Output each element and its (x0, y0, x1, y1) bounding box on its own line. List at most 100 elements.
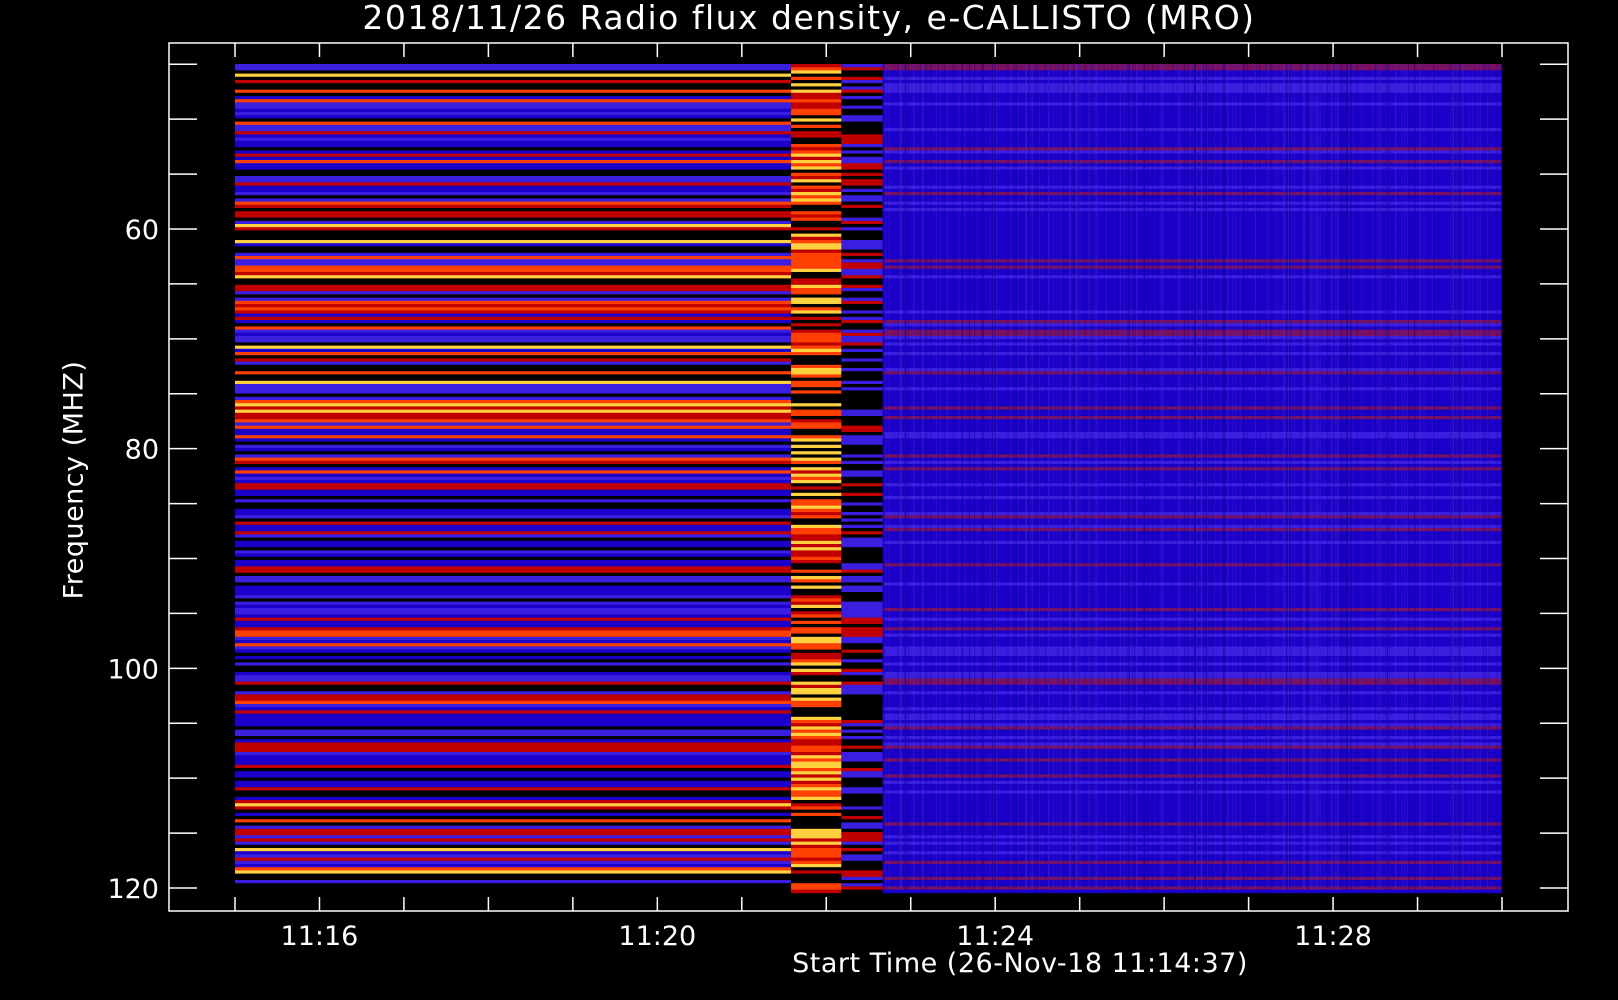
heatmap-band (235, 553, 792, 558)
y-tick-label: 80 (125, 435, 159, 466)
heatmap-burst-cell (841, 412, 883, 417)
heatmap-burst-cell (841, 800, 883, 804)
heatmap-texture (1089, 64, 1091, 890)
heatmap-burst-cell (841, 73, 883, 78)
heatmap-band (235, 803, 792, 807)
heatmap-burst-cell (841, 732, 883, 737)
heatmap-burst-cell (791, 684, 842, 689)
heatmap-burst-cell (791, 96, 842, 100)
heatmap-texture (1172, 64, 1174, 890)
heatmap-band (235, 364, 792, 369)
heatmap-burst-cell (841, 816, 883, 820)
heatmap-burst-cell (791, 364, 842, 369)
heatmap-burst-cell (841, 809, 883, 814)
heatmap-texture (1337, 64, 1339, 890)
heatmap-texture (1404, 64, 1406, 890)
heatmap-texture (1037, 64, 1039, 890)
heatmap-burst-cell (791, 742, 842, 746)
heatmap-burst-cell (841, 531, 883, 535)
heatmap-burst-cell (841, 595, 883, 599)
heatmap-band (235, 454, 792, 458)
heatmap-burst-cell (841, 185, 883, 190)
heatmap-texture (1324, 64, 1326, 890)
heatmap-burst-cell (791, 854, 842, 858)
heatmap-burst-cell (791, 188, 842, 193)
heatmap-burst-cell (841, 64, 883, 68)
heatmap-band (235, 112, 792, 116)
spectrogram-heatmap (235, 64, 1503, 894)
heatmap-burst-cell (791, 505, 842, 510)
heatmap-band (235, 368, 792, 372)
heatmap-burst-cell (841, 320, 883, 324)
heatmap-burst-cell (791, 64, 842, 68)
heatmap-texture (1283, 64, 1285, 890)
heatmap-burst-cell (791, 448, 842, 452)
heatmap-burst-cell (841, 313, 883, 318)
heatmap-texture (1314, 64, 1316, 890)
heatmap-band (235, 627, 792, 631)
heatmap-burst-cell (791, 784, 842, 788)
heatmap-burst-cell (841, 163, 883, 167)
heatmap-burst-cell (791, 76, 842, 81)
heatmap-burst-cell (841, 876, 883, 881)
heatmap-texture (1088, 64, 1090, 890)
heatmap-band (235, 374, 792, 378)
heatmap-burst-cell (791, 396, 842, 401)
heatmap-burst-cell (791, 793, 842, 798)
heatmap-burst-cell (791, 512, 842, 516)
heatmap-texture (1290, 64, 1292, 890)
heatmap-burst-cell (791, 377, 842, 382)
heatmap-band (235, 390, 792, 394)
heatmap-burst-cell (841, 678, 883, 682)
heatmap-burst-cell (791, 454, 842, 458)
heatmap-texture (1451, 64, 1453, 890)
heatmap-texture (1152, 64, 1154, 890)
heatmap-band (235, 688, 792, 692)
heatmap-burst-cell (791, 476, 842, 481)
heatmap-band (235, 185, 792, 190)
heatmap-band (235, 336, 792, 340)
heatmap-burst-cell (791, 233, 842, 238)
heatmap-burst-cell (841, 665, 883, 670)
heatmap-texture (1016, 64, 1018, 890)
heatmap-burst-cell (841, 128, 883, 132)
heatmap-band (235, 844, 792, 849)
heatmap-burst-cell (791, 406, 842, 410)
heatmap-burst-cell (841, 374, 883, 378)
heatmap-burst-cell (791, 403, 842, 407)
heatmap-band (235, 268, 792, 273)
heatmap-texture (1134, 64, 1136, 890)
heatmap-texture (919, 64, 921, 890)
heatmap-band (235, 550, 792, 554)
heatmap-burst-cell (841, 451, 883, 455)
heatmap-band (235, 329, 792, 334)
heatmap-texture (1025, 64, 1027, 890)
heatmap-band (235, 716, 792, 721)
heatmap-band (235, 854, 792, 858)
heatmap-texture (1456, 64, 1458, 890)
heatmap-burst-cell (791, 329, 842, 334)
heatmap-texture (1096, 64, 1098, 890)
heatmap-burst-cell (841, 854, 883, 858)
heatmap-texture (1389, 64, 1391, 890)
heatmap-band (235, 384, 792, 388)
heatmap-texture (1361, 64, 1363, 890)
heatmap-burst-cell (791, 432, 842, 436)
heatmap-band (235, 672, 792, 676)
heatmap-texture (907, 64, 909, 890)
heatmap-band (235, 160, 792, 164)
heatmap-burst-cell (841, 707, 883, 711)
heatmap-band (235, 636, 792, 641)
heatmap-band (235, 140, 792, 145)
heatmap-texture (1266, 64, 1268, 890)
heatmap-band (235, 166, 792, 170)
heatmap-band (235, 764, 792, 769)
heatmap-band (235, 646, 792, 650)
heatmap-band (235, 640, 792, 644)
heatmap-texture (1286, 64, 1288, 890)
heatmap-burst-cell (841, 105, 883, 110)
heatmap-burst-cell (791, 124, 842, 129)
heatmap-burst-cell (791, 304, 842, 308)
heatmap-burst-cell (841, 608, 883, 612)
heatmap-burst-cell (841, 700, 883, 705)
